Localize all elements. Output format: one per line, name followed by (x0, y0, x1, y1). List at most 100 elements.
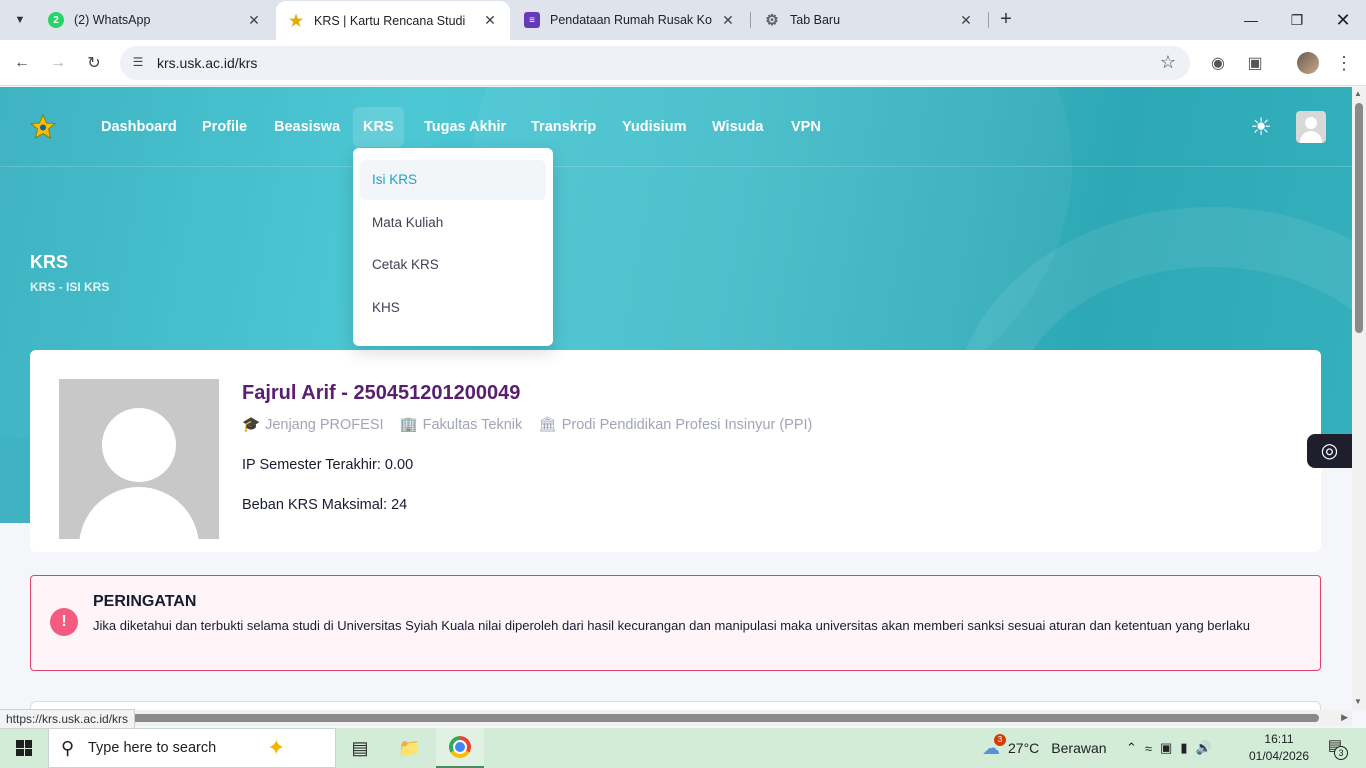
exclamation-icon: ! (50, 608, 78, 636)
tab-title: Pendataan Rumah Rusak Kota L (550, 13, 712, 27)
minimize-icon[interactable]: — (1228, 0, 1274, 40)
user-avatar[interactable] (1296, 111, 1326, 143)
next-card-partial (30, 701, 1321, 710)
tab-title: (2) WhatsApp (74, 13, 151, 27)
nav-krs[interactable]: KRS (353, 107, 404, 147)
menu-item-cetak-krs[interactable]: Cetak KRS (360, 245, 546, 285)
search-placeholder: Type here to search (88, 740, 217, 756)
weather-widget[interactable]: ☁ 3 27°C Berawan (982, 728, 1107, 768)
tab-new[interactable]: ⚙ Tab Baru ✕ (752, 0, 986, 40)
horizontal-scrollbar[interactable]: ▶ (0, 710, 1352, 726)
back-arrow-icon[interactable]: ← (9, 50, 35, 76)
beban-krs: Beban KRS Maksimal: 24 (242, 497, 408, 513)
university-icon: 🏛 (538, 417, 557, 433)
nav-yudisium[interactable]: Yudisium (612, 107, 696, 147)
tab-separator (988, 12, 989, 28)
scrollbar-thumb[interactable] (1355, 103, 1363, 333)
restore-icon[interactable]: ❐ (1274, 0, 1320, 40)
scroll-up-icon[interactable]: ▲ (1354, 89, 1362, 98)
system-tray: ⌃ ≈ ▣ ▮ 🔊 (1126, 728, 1212, 768)
browser-profile-avatar[interactable] (1297, 52, 1319, 74)
warning-title: PERINGATAN (93, 593, 197, 610)
close-tab-icon[interactable]: ✕ (958, 12, 974, 29)
warning-alert: ! PERINGATAN Jika diketahui dan terbukti… (30, 575, 1321, 671)
menu-item-khs[interactable]: KHS (360, 288, 546, 328)
scrollbar-thumb[interactable] (14, 714, 1319, 722)
reload-icon[interactable]: ↻ (81, 50, 107, 76)
scroll-down-icon[interactable]: ▼ (1354, 697, 1362, 706)
nav-dashboard[interactable]: Dashboard (91, 107, 187, 147)
status-bar-url: https://krs.usk.ac.id/krs (0, 709, 136, 729)
camera-icon[interactable]: ◉ (1206, 51, 1230, 75)
clock-date: 01/04/2026 (1248, 749, 1310, 763)
tab-pendataan[interactable]: ≡ Pendataan Rumah Rusak Kota L ✕ (512, 0, 748, 40)
close-tab-icon[interactable]: ✕ (246, 12, 262, 29)
whatsapp-favicon-icon: 2 (48, 12, 64, 28)
nav-tugas-akhir[interactable]: Tugas Akhir (414, 107, 516, 147)
notification-count: 3 (1334, 746, 1348, 760)
network-icon[interactable]: ≈ (1145, 741, 1152, 756)
clock-time: 16:11 (1264, 732, 1294, 746)
vertical-scrollbar[interactable]: ▲ ▼ (1352, 87, 1366, 710)
cloud-weather-icon: ☁ 3 (982, 733, 1006, 759)
extensions-puzzle-icon[interactable]: ▣ (1243, 51, 1267, 75)
fakultas-info: 🏢 Fakultas Teknik (399, 417, 523, 433)
usk-logo-icon[interactable] (30, 114, 56, 140)
breadcrumb: KRS - ISI KRS (30, 280, 110, 294)
kebab-menu-icon[interactable]: ⋮ (1332, 51, 1356, 75)
menu-item-isi-krs[interactable]: Isi KRS (360, 160, 546, 200)
new-tab-plus-icon[interactable]: + (994, 8, 1018, 32)
address-toolbar: ← → ↻ ☰ krs.usk.ac.id/krs ☆ ◉ ▣ ⋮ (0, 40, 1366, 86)
scroll-right-icon[interactable]: ▶ (1341, 712, 1348, 723)
file-explorer-icon[interactable]: 📁 (386, 728, 434, 768)
tab-title: KRS | Kartu Rencana Studi (314, 13, 466, 28)
usk-favicon-icon: ★ (288, 12, 304, 30)
graduation-cap-icon: 🎓 (242, 417, 261, 433)
page-title: KRS (30, 252, 69, 272)
url-text[interactable]: krs.usk.ac.id/krs (157, 55, 257, 71)
chrome-logo-icon (449, 736, 471, 758)
nav-profile[interactable]: Profile (192, 107, 257, 147)
warning-text: Jika diketahui dan terbukti selama studi… (93, 618, 1250, 633)
site-info-icon[interactable]: ☰ (130, 55, 146, 71)
notification-center-icon[interactable]: ▤ 3 (1324, 736, 1348, 760)
omnibox[interactable]: ☰ krs.usk.ac.id/krs ☆ (120, 46, 1190, 80)
tab-title: Tab Baru (790, 13, 841, 27)
volume-icon[interactable]: 🔊 (1196, 740, 1212, 756)
meet-icon[interactable]: ▣ (1160, 740, 1172, 756)
search-highlight-icon[interactable]: ✦ (267, 735, 285, 761)
jenjang-info: 🎓 Jenjang PROFESI (242, 417, 384, 433)
tab-separator (750, 12, 751, 28)
nav-beasiswa[interactable]: Beasiswa (264, 107, 350, 147)
hero-decoration (0, 437, 30, 523)
chevron-up-icon[interactable]: ⌃ (1126, 740, 1137, 756)
forms-favicon-icon: ≡ (524, 12, 540, 28)
close-tab-icon[interactable]: ✕ (720, 12, 736, 29)
windows-start-icon[interactable] (0, 728, 48, 768)
chrome-taskbar-icon[interactable] (436, 728, 484, 768)
tab-whatsapp[interactable]: 2 (2) WhatsApp ✕ (36, 0, 274, 40)
menu-item-mata-kuliah[interactable]: Mata Kuliah (360, 203, 546, 243)
battery-icon[interactable]: ▮ (1180, 740, 1187, 756)
forward-arrow-icon[interactable]: → (45, 50, 71, 76)
nav-wisuda[interactable]: Wisuda (702, 107, 773, 147)
student-meta: 🎓 Jenjang PROFESI 🏢 Fakultas Teknik 🏛 Prodi… (242, 416, 812, 433)
nav-vpn[interactable]: VPN (781, 107, 831, 147)
floating-target-icon[interactable]: ◎ (1307, 434, 1352, 468)
nav-transkrip[interactable]: Transkrip (521, 107, 606, 147)
temperature: 27°C (1008, 740, 1040, 756)
task-view-icon[interactable]: ▤ (336, 728, 384, 768)
tab-search-chevron-icon[interactable]: ▼ (8, 8, 32, 32)
student-name: Fajrul Arif - 250451201200049 (242, 382, 521, 404)
krs-dropdown-menu: Isi KRS Mata Kuliah Cetak KRS KHS (353, 148, 553, 346)
taskbar-clock[interactable]: 16:11 01/04/2026 (1246, 731, 1312, 765)
close-window-icon[interactable]: ✕ (1320, 0, 1366, 40)
bookmark-star-icon[interactable]: ☆ (1160, 52, 1176, 73)
taskbar-search-box[interactable]: ⚲ Type here to search ✦ (48, 728, 336, 768)
close-tab-icon[interactable]: ✕ (482, 12, 498, 29)
sun-theme-icon[interactable]: ☀ (1248, 115, 1274, 141)
ip-semester: IP Semester Terakhir: 0.00 (242, 457, 414, 473)
top-navigation: Dashboard Profile Beasiswa KRS Tugas Akh… (0, 87, 1352, 167)
tab-krs[interactable]: ★ KRS | Kartu Rencana Studi ✕ (276, 1, 510, 40)
windows-taskbar: ⚲ Type here to search ✦ ▤ 📁 ☁ 3 27°C Bera… (0, 728, 1366, 768)
